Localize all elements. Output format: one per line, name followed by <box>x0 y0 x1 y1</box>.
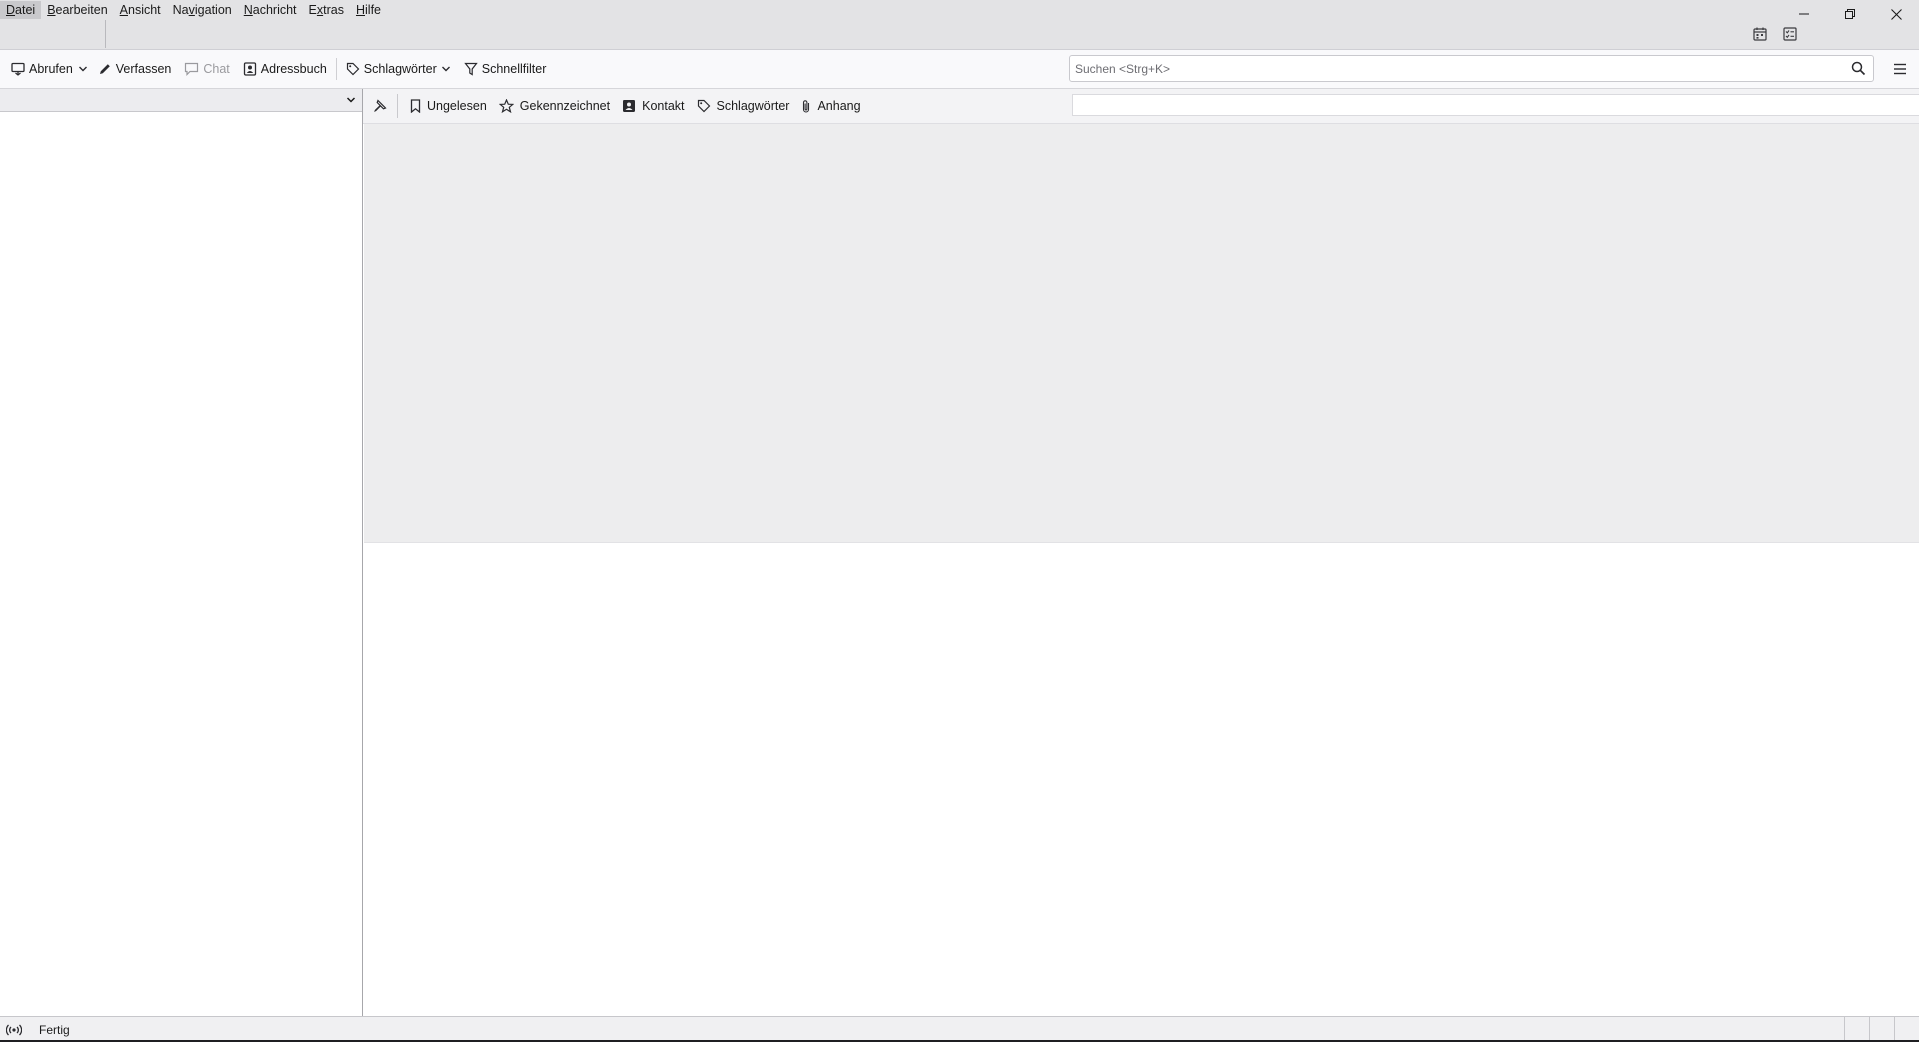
filter-contact-button[interactable]: Kontakt <box>616 94 690 118</box>
thread-pane <box>364 124 1919 543</box>
filter-starred-button[interactable]: Gekennzeichnet <box>493 94 616 118</box>
folder-pane <box>0 89 363 1016</box>
filter-starred-label: Gekennzeichnet <box>519 99 611 113</box>
chevron-down-icon <box>78 66 87 72</box>
status-panel <box>1894 1017 1919 1042</box>
menu-edit[interactable]: Bearbeiten <box>41 1 113 19</box>
status-text: Fertig <box>39 1023 70 1037</box>
chat-icon <box>185 62 199 76</box>
pencil-icon <box>99 64 110 74</box>
search-input[interactable] <box>1070 61 1846 76</box>
quick-filter-bar: Ungelesen Gekennzeichnet Kontakt Schlagw… <box>363 89 1919 124</box>
toolbar-separator <box>335 58 337 80</box>
chevron-down-icon <box>344 93 358 107</box>
chevron-down-icon <box>441 66 450 72</box>
tag-icon <box>697 99 710 113</box>
global-search-box[interactable] <box>1069 55 1874 82</box>
online-status-icon[interactable] <box>3 1019 25 1041</box>
window-controls <box>1781 0 1919 28</box>
menu-help[interactable]: Hilfe <box>350 1 387 19</box>
tag-icon <box>346 62 360 76</box>
download-icon <box>11 62 25 76</box>
write-button[interactable]: Verfassen <box>93 56 177 82</box>
folder-mode-select[interactable] <box>0 89 362 112</box>
status-panel <box>1869 1017 1894 1042</box>
filter-attachment-label: Anhang <box>817 99 861 113</box>
tag-label: Schlagwörter <box>363 62 437 76</box>
chat-button[interactable]: Chat <box>179 56 234 82</box>
menu-file[interactable]: Datei <box>0 1 42 19</box>
quick-filter-label: Schnellfilter <box>481 62 547 76</box>
paperclip-icon <box>803 99 810 113</box>
pin-icon[interactable] <box>368 94 392 118</box>
get-messages-dropdown[interactable] <box>76 56 90 82</box>
filter-unread-button[interactable]: Ungelesen <box>404 94 493 118</box>
menu-view[interactable]: Ansicht <box>114 1 167 19</box>
filter-icon <box>464 62 478 76</box>
bookmark-icon <box>410 99 421 113</box>
hamburger-menu-icon[interactable] <box>1888 57 1912 81</box>
status-panels <box>1844 1017 1919 1042</box>
filter-tags-label: Schlagwörter <box>716 99 790 113</box>
contact-icon <box>623 100 636 112</box>
star-icon <box>498 99 514 113</box>
filter-attachment-button[interactable]: Anhang <box>795 94 866 118</box>
restore-icon[interactable] <box>1827 0 1873 28</box>
filter-tags-button[interactable]: Schlagwörter <box>691 94 796 118</box>
get-messages-label: Abrufen <box>29 62 73 76</box>
menu-tools[interactable]: Extras <box>303 1 350 19</box>
address-book-button[interactable]: Adressbuch <box>238 56 332 82</box>
calendar-icon[interactable] <box>1751 25 1769 43</box>
quick-filter-separator <box>397 94 398 118</box>
menu-message[interactable]: Nachricht <box>238 1 303 19</box>
get-messages-button[interactable]: Abrufen <box>6 56 78 82</box>
statusbar: Fertig <box>0 1016 1919 1042</box>
quick-filter-text-input[interactable] <box>1072 94 1919 116</box>
status-panel <box>1844 1017 1869 1042</box>
write-label: Verfassen <box>115 62 172 76</box>
search-icon[interactable] <box>1846 57 1870 81</box>
address-book-label: Adressbuch <box>260 62 327 76</box>
filter-contact-label: Kontakt <box>642 99 685 113</box>
message-pane <box>364 543 1919 1016</box>
quick-filter-button[interactable]: Schnellfilter <box>459 56 552 82</box>
address-book-icon <box>243 62 256 76</box>
titlebar: Datei Bearbeiten Ansicht Navigation Nach… <box>0 0 1919 50</box>
filter-unread-label: Ungelesen <box>427 99 487 113</box>
minimize-icon[interactable] <box>1781 0 1827 28</box>
menu-go[interactable]: Navigation <box>167 1 238 19</box>
close-icon[interactable] <box>1873 0 1919 28</box>
tag-button[interactable]: Schlagwörter <box>341 56 456 82</box>
chat-label: Chat <box>203 62 230 76</box>
thunderbird-window: Datei Bearbeiten Ansicht Navigation Nach… <box>0 0 1919 1042</box>
menubar: Datei Bearbeiten Ansicht Navigation Nach… <box>0 0 387 20</box>
tab-separator <box>105 20 106 48</box>
